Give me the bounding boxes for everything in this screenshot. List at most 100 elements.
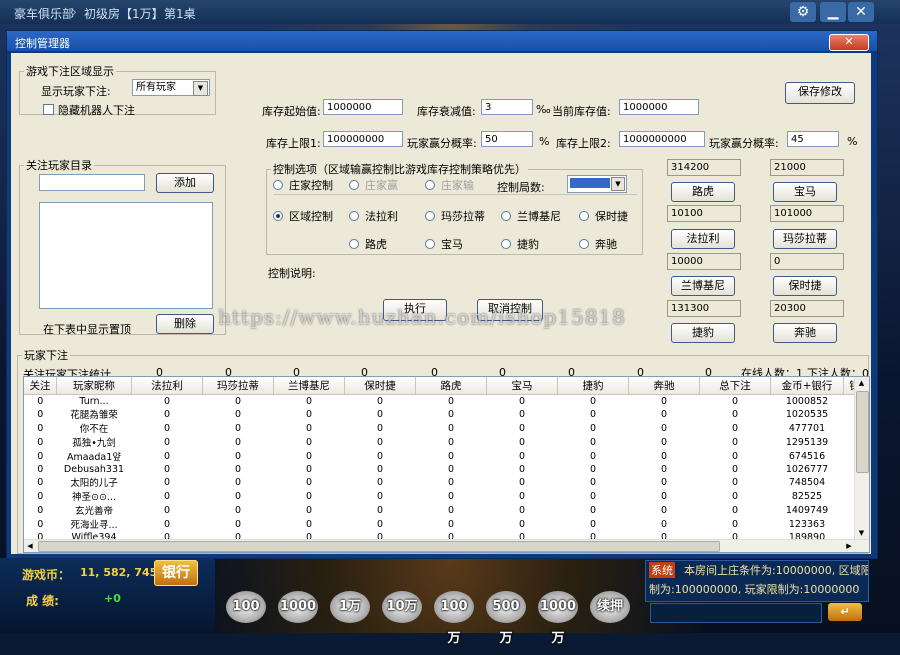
area-button-jaguar[interactable]: 捷豹 <box>671 323 735 343</box>
add-button[interactable]: 添加 <box>156 173 214 193</box>
option-lamborghini-radio[interactable]: 兰博基尼 <box>501 208 561 224</box>
stock-start-input[interactable]: 1000000 <box>323 99 403 115</box>
option-bmw-radio[interactable]: 宝马 <box>425 236 463 252</box>
vertical-scroll-thumb[interactable] <box>856 391 869 473</box>
chat-input[interactable] <box>650 603 822 623</box>
stock-start-label: 库存起始值: <box>262 105 321 118</box>
breadcrumb-club[interactable]: 豪车俱乐部 <box>14 5 74 22</box>
banker-control-radio[interactable]: 庄家控制 <box>273 177 333 193</box>
area-control-radio[interactable]: 区域控制 <box>273 208 333 224</box>
table-row[interactable]: 0 孤独•九剑 0 0 0 0 0 0 0 0 0 1295139 <box>24 435 869 450</box>
horizontal-scrollbar[interactable]: ◀ ▶ <box>24 539 869 552</box>
bet-cell: 0 <box>37 518 44 530</box>
dialog-close-icon[interactable]: ✕ <box>829 34 869 51</box>
area-stat-ferrari: 10100 <box>667 205 741 222</box>
bet-cell: 0 <box>518 422 526 434</box>
chip-500wan[interactable]: 500万 <box>486 591 526 646</box>
rebet-button[interactable]: 续押 <box>590 591 630 623</box>
area-button-maserati[interactable]: 玛莎拉蒂 <box>773 229 837 249</box>
bet-cell: 0 <box>731 395 739 407</box>
bet-cell: 0 <box>163 408 171 420</box>
option-benz-radio[interactable]: 奔驰 <box>579 236 617 252</box>
hide-robot-checkbox[interactable]: 隐藏机器人下注 <box>43 102 135 118</box>
table-row[interactable]: 0 太阳的儿子 0 0 0 0 0 0 0 0 0 748504 <box>24 475 869 490</box>
option-porsche-radio[interactable]: 保时捷 <box>579 208 628 224</box>
table-row[interactable]: 0 神圣⊙⊙... 0 0 0 0 0 0 0 0 0 82525 <box>24 489 869 504</box>
column-header[interactable]: 宝马 <box>486 377 558 395</box>
column-header[interactable]: 玩家昵称 <box>56 377 132 395</box>
send-enter-icon[interactable]: ↵ <box>828 603 862 621</box>
stock-upper2-input[interactable]: 1000000000 <box>619 131 705 147</box>
scroll-right-icon[interactable]: ▶ <box>843 540 855 552</box>
bet-cell: 0 <box>163 436 171 448</box>
stock-decay-unit: ‰ <box>536 103 551 116</box>
bet-cell: 0 <box>731 518 739 530</box>
close-icon[interactable]: ✕ <box>848 2 874 22</box>
table-row[interactable]: 0 你不在 0 0 0 0 0 0 0 0 0 477701 <box>24 421 869 436</box>
option-landrover-radio[interactable]: 路虎 <box>349 236 387 252</box>
settings-gear-icon[interactable]: ⚙ <box>790 2 816 22</box>
option-ferrari-radio[interactable]: 法拉利 <box>349 208 398 224</box>
column-header[interactable]: 保时捷 <box>344 377 416 395</box>
control-rounds-select[interactable]: ▼ <box>567 175 627 193</box>
table-row[interactable]: 0 Debusah331 0 0 0 0 0 0 0 0 0 1026777 <box>24 463 869 475</box>
table-row[interactable]: 0 玄光善帝 0 0 0 0 0 0 0 0 0 1409749 <box>24 503 869 518</box>
coins-cell: 123363 <box>788 518 826 530</box>
bet-cell: 0 <box>37 408 44 420</box>
bet-cell: 0 <box>731 504 739 516</box>
banker-win-radio[interactable]: 庄家赢 <box>349 177 398 193</box>
area-button-lamborghini[interactable]: 兰博基尼 <box>671 276 735 296</box>
option-jaguar-radio[interactable]: 捷豹 <box>501 236 539 252</box>
table-row[interactable]: 0 Amaada1얖 0 0 0 0 0 0 0 0 0 674516 <box>24 449 869 464</box>
chip-100wan[interactable]: 100万 <box>434 591 474 646</box>
delete-button[interactable]: 删除 <box>156 314 214 334</box>
chip-1wan[interactable]: 1万 <box>330 591 370 623</box>
show-bets-select[interactable]: 所有玩家 ▼ <box>132 79 210 96</box>
stock-upper1-input[interactable]: 100000000 <box>323 131 403 147</box>
banker-lose-radio[interactable]: 庄家输 <box>425 177 474 193</box>
win-rate1-input[interactable]: 50 <box>481 131 533 147</box>
area-button-bmw[interactable]: 宝马 <box>773 182 837 202</box>
area-button-ferrari[interactable]: 法拉利 <box>671 229 735 249</box>
area-button-porsche[interactable]: 保时捷 <box>773 276 837 296</box>
bet-cell: 0 <box>447 436 455 448</box>
chip-10wan[interactable]: 10万 <box>382 591 422 623</box>
follow-player-list[interactable] <box>39 202 213 309</box>
chevron-down-icon[interactable]: ▼ <box>611 177 625 191</box>
column-header[interactable]: 法拉利 <box>131 377 203 395</box>
breadcrumb-table[interactable]: 第1桌 <box>164 5 196 22</box>
horizontal-scroll-thumb[interactable] <box>38 541 720 552</box>
column-header[interactable]: 捷豹 <box>557 377 629 395</box>
area-button-landrover[interactable]: 路虎 <box>671 182 735 202</box>
win-rate2-input[interactable]: 45 <box>787 131 839 147</box>
scroll-up-icon[interactable]: ▲ <box>855 377 868 389</box>
column-header[interactable]: 金币+银行 <box>770 377 844 395</box>
column-header[interactable]: 总下注 <box>699 377 771 395</box>
chip-1000[interactable]: 1000 <box>278 591 318 623</box>
follow-player-input[interactable] <box>39 174 145 191</box>
area-button-benz[interactable]: 奔驰 <box>773 323 837 343</box>
stock-current-input[interactable]: 1000000 <box>619 99 699 115</box>
scroll-left-icon[interactable]: ◀ <box>24 540 36 552</box>
bet-cell: 0 <box>234 450 242 462</box>
column-header[interactable]: 奔驰 <box>628 377 700 395</box>
chip-1000wan[interactable]: 1000万 <box>538 591 578 646</box>
bet-cell: 0 <box>305 476 313 488</box>
chevron-down-icon[interactable]: ▼ <box>193 81 208 96</box>
column-header[interactable]: 关注 <box>24 377 57 395</box>
table-row[interactable]: 0 花腿為雏荣 0 0 0 0 0 0 0 0 0 1020535 <box>24 407 869 422</box>
column-header[interactable]: 兰博基尼 <box>273 377 345 395</box>
minimize-icon[interactable]: ▁ <box>820 2 846 22</box>
scroll-down-icon[interactable]: ▼ <box>855 527 868 539</box>
save-button[interactable]: 保存修改 <box>785 82 855 104</box>
bank-button[interactable]: 银行 <box>154 560 198 586</box>
stock-decay-input[interactable]: 3 <box>481 99 533 115</box>
option-maserati-radio[interactable]: 玛莎拉蒂 <box>425 208 485 224</box>
vertical-scrollbar[interactable]: ▲ ▼ <box>854 377 869 552</box>
column-header[interactable]: 路虎 <box>415 377 487 395</box>
column-header[interactable]: 玛莎拉蒂 <box>202 377 274 395</box>
table-row[interactable]: 0 Turn... 0 0 0 0 0 0 0 0 0 1000852 <box>24 395 869 408</box>
chip-100[interactable]: 100 <box>226 591 266 623</box>
table-row[interactable]: 0 死海业寻... 0 0 0 0 0 0 0 0 0 123363 <box>24 517 869 532</box>
bet-cell: 0 <box>731 450 739 462</box>
